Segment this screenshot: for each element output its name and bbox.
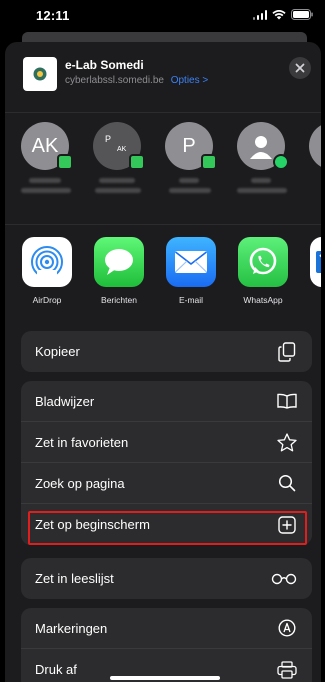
blurred-contact-name	[29, 178, 61, 183]
share-header: e-Lab Somedi cyberlabssl.somedi.be Optie…	[5, 42, 321, 112]
avatar	[309, 122, 321, 170]
print-label: Druk af	[35, 662, 77, 677]
printer-icon	[276, 659, 298, 681]
markup-action[interactable]: Markeringen	[21, 608, 312, 649]
action-group-copy: Kopieer	[21, 331, 312, 372]
favorites-label: Zet in favorieten	[35, 434, 129, 450]
add-to-home-screen-action[interactable]: Zet op beginscherm	[21, 504, 312, 545]
avatar-initials: AK	[31, 134, 59, 157]
divider	[5, 112, 321, 113]
whatsapp-icon	[238, 237, 288, 287]
app-messages[interactable]: Berichten	[89, 237, 149, 305]
wifi-icon	[272, 9, 286, 20]
messages-badge-icon	[57, 154, 73, 170]
favorites-action[interactable]: Zet in favorieten	[21, 422, 312, 463]
blurred-contact-name	[99, 178, 135, 183]
airdrop-icon	[22, 237, 72, 287]
app-airdrop[interactable]: AirDrop	[17, 237, 77, 305]
status-bar: 12:11	[0, 0, 325, 32]
action-group-more: Markeringen Druk af	[21, 608, 312, 682]
blurred-contact-detail	[237, 188, 287, 193]
avatar-initials: P	[105, 134, 112, 144]
outlook-icon	[310, 237, 321, 287]
cellular-signal-icon	[252, 9, 267, 20]
share-title: e-Lab Somedi	[65, 58, 144, 72]
app-label: Berichten	[101, 295, 137, 305]
blurred-contact-detail	[169, 188, 211, 193]
close-button[interactable]	[289, 57, 311, 79]
close-icon	[295, 63, 305, 73]
contacts-row: AK P AK P	[5, 122, 321, 232]
status-icons	[252, 9, 314, 20]
copy-icon	[276, 341, 298, 363]
avatar-sub-initials: AK	[117, 146, 127, 153]
app-label: O	[305, 295, 321, 305]
reading-list-label: Zet in leeslijst	[35, 571, 114, 586]
messages-icon	[94, 237, 144, 287]
reading-list-action[interactable]: Zet in leeslijst	[21, 558, 312, 599]
home-indicator[interactable]	[110, 676, 220, 680]
copy-action[interactable]: Kopieer	[21, 331, 312, 372]
app-outlook[interactable]: O	[305, 237, 321, 305]
messages-badge-icon	[129, 154, 145, 170]
share-url: cyberlabssl.somedi.be	[65, 75, 164, 86]
blurred-contact-detail	[21, 188, 71, 193]
copy-label: Kopieer	[35, 344, 80, 359]
avatar-initials: P	[182, 134, 196, 157]
site-thumbnail	[23, 57, 57, 91]
options-link[interactable]: Opties >	[171, 75, 209, 86]
share-sheet: e-Lab Somedi cyberlabssl.somedi.be Optie…	[5, 42, 321, 682]
find-on-page-action[interactable]: Zoek op pagina	[21, 463, 312, 504]
star-icon	[276, 431, 298, 453]
markup-label: Markeringen	[35, 620, 108, 636]
mail-icon	[166, 237, 216, 287]
apps-row: AirDrop Berichten E-mail WhatsApp O	[5, 237, 321, 337]
divider	[5, 224, 321, 225]
blurred-contact-name	[251, 178, 271, 183]
app-label: AirDrop	[32, 295, 62, 305]
book-icon	[276, 390, 298, 412]
whatsapp-badge-icon	[273, 154, 289, 170]
action-group-page: Bladwijzer Zet in favorieten Zoek op pag…	[21, 381, 312, 545]
background-page-edge	[22, 32, 307, 42]
markup-pen-icon	[276, 617, 298, 639]
bookmark-action[interactable]: Bladwijzer	[21, 381, 312, 422]
blurred-contact-name	[179, 178, 199, 183]
action-group-reading-list: Zet in leeslijst	[21, 558, 312, 599]
app-label: WhatsApp	[243, 295, 283, 305]
status-time: 12:11	[36, 8, 70, 23]
blurred-contact-detail	[95, 188, 141, 193]
battery-icon	[291, 9, 313, 20]
app-mail[interactable]: E-mail	[161, 237, 221, 305]
find-label: Zoek op pagina	[35, 475, 125, 491]
glasses-icon	[270, 568, 298, 590]
messages-badge-icon	[201, 154, 217, 170]
add-square-icon	[276, 514, 298, 536]
home-screen-label: Zet op beginscherm	[35, 517, 150, 532]
search-icon	[276, 472, 298, 494]
app-whatsapp[interactable]: WhatsApp	[233, 237, 293, 305]
app-label: E-mail	[178, 295, 204, 305]
share-subtitle: cyberlabssl.somedi.be Opties >	[65, 75, 208, 86]
bookmark-label: Bladwijzer	[35, 393, 95, 409]
